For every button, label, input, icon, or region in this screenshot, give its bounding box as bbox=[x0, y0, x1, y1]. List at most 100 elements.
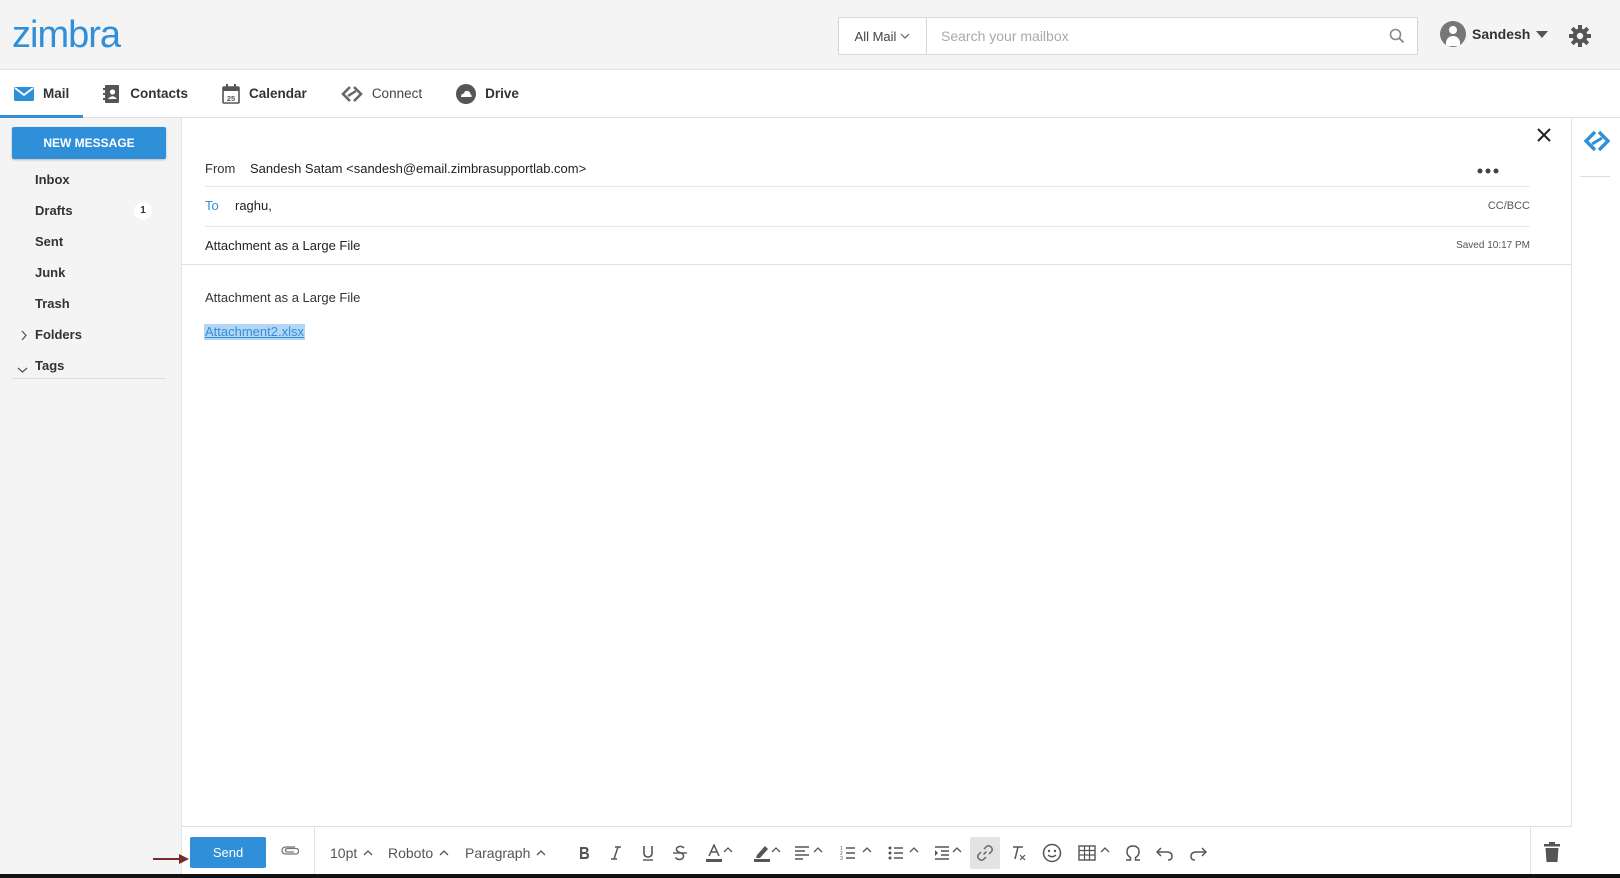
compose-pane: From Sandesh Satam <sandesh@email.zimbra… bbox=[153, 118, 1572, 878]
mail-icon bbox=[14, 86, 34, 101]
paragraph-format-value: Paragraph bbox=[465, 845, 531, 861]
divider bbox=[12, 378, 166, 379]
right-rail bbox=[1572, 118, 1620, 878]
divider bbox=[314, 827, 315, 878]
tab-drive[interactable]: Drive bbox=[442, 70, 533, 118]
search-icon[interactable] bbox=[1377, 28, 1417, 44]
cc-bcc-toggle[interactable]: CC/BCC bbox=[1488, 200, 1530, 212]
chevron-right-icon[interactable] bbox=[20, 329, 28, 344]
sidebar-item-junk[interactable]: Junk bbox=[0, 257, 182, 288]
top-header: zimbra All Mail Sandesh bbox=[0, 0, 1620, 70]
search-scope-dropdown[interactable]: All Mail bbox=[839, 18, 927, 54]
font-size-value: 10pt bbox=[330, 845, 358, 861]
indent-icon[interactable] bbox=[927, 837, 957, 869]
undo-icon[interactable] bbox=[1150, 837, 1180, 869]
sidebar: NEW MESSAGE Inbox Drafts 1 Sent Junk Tras… bbox=[0, 118, 182, 878]
paragraph-format-dropdown[interactable]: Paragraph bbox=[465, 827, 546, 878]
tab-mail[interactable]: Mail bbox=[0, 70, 84, 118]
chevron-up-icon[interactable] bbox=[771, 847, 781, 853]
sidebar-item-drafts[interactable]: Drafts 1 bbox=[0, 195, 182, 226]
attachment-link[interactable]: Attachment2.xlsx bbox=[204, 324, 305, 340]
chevron-up-icon bbox=[439, 850, 449, 856]
sidebar-item-folders[interactable]: Folders bbox=[0, 319, 182, 350]
chevron-down-icon[interactable] bbox=[17, 362, 28, 377]
tab-connect[interactable]: Connect bbox=[327, 70, 436, 118]
more-options-icon[interactable] bbox=[1477, 161, 1499, 179]
drive-icon bbox=[456, 83, 477, 104]
italic-icon[interactable] bbox=[601, 837, 631, 869]
subject-field[interactable]: Attachment as a Large File bbox=[205, 238, 360, 253]
send-button[interactable]: Send bbox=[190, 837, 266, 868]
annotation-arrow-icon bbox=[153, 851, 189, 869]
font-family-dropdown[interactable]: Roboto bbox=[388, 827, 449, 878]
clear-formatting-icon[interactable] bbox=[1003, 837, 1033, 869]
chevron-up-icon[interactable] bbox=[813, 847, 823, 853]
emoji-icon[interactable] bbox=[1037, 837, 1067, 869]
sidebar-item-label: Trash bbox=[35, 296, 70, 311]
saved-status: Saved 10:17 PM bbox=[1456, 240, 1530, 251]
sidebar-item-sent[interactable]: Sent bbox=[0, 226, 182, 257]
unread-count-badge: 1 bbox=[134, 201, 152, 220]
sidebar-item-trash[interactable]: Trash bbox=[0, 288, 182, 319]
chevron-up-icon bbox=[536, 850, 546, 856]
chevron-up-icon[interactable] bbox=[909, 847, 919, 853]
message-body-text[interactable]: Attachment as a Large File bbox=[205, 290, 360, 305]
link-icon[interactable] bbox=[970, 837, 1000, 869]
chevron-up-icon[interactable] bbox=[862, 847, 872, 853]
from-value[interactable]: Sandesh Satam <sandesh@email.zimbrasuppo… bbox=[250, 161, 586, 176]
tab-connect-label: Connect bbox=[371, 86, 423, 101]
align-icon[interactable] bbox=[787, 837, 817, 869]
numbered-list-icon[interactable]: 123 bbox=[833, 837, 863, 869]
sidebar-item-tags[interactable]: Tags bbox=[0, 350, 182, 381]
sidebar-item-label: Junk bbox=[35, 265, 66, 280]
close-icon[interactable] bbox=[1537, 128, 1551, 147]
tab-contacts-label: Contacts bbox=[130, 86, 189, 101]
folder-list: Inbox Drafts 1 Sent Junk Trash Folders Ta… bbox=[0, 164, 182, 381]
to-row: To raghu, CC/BCC bbox=[205, 186, 1530, 224]
bullet-list-icon[interactable] bbox=[881, 837, 911, 869]
sidebar-item-label: Tags bbox=[35, 358, 65, 373]
caret-down-icon bbox=[1536, 30, 1549, 38]
calendar-icon: 25 bbox=[222, 83, 240, 104]
zimbra-logo[interactable]: zimbra bbox=[12, 14, 121, 57]
highlight-color-icon[interactable] bbox=[747, 837, 777, 869]
trash-icon[interactable] bbox=[1544, 842, 1560, 867]
to-label[interactable]: To bbox=[205, 198, 235, 213]
sidebar-item-label: Folders bbox=[35, 327, 82, 342]
svg-text:3: 3 bbox=[840, 856, 843, 861]
tab-calendar[interactable]: 25 Calendar bbox=[208, 70, 321, 118]
font-size-dropdown[interactable]: 10pt bbox=[330, 827, 373, 878]
divider bbox=[1580, 176, 1610, 177]
text-color-icon[interactable] bbox=[699, 837, 729, 869]
chevron-up-icon bbox=[363, 850, 373, 856]
tab-drive-label: Drive bbox=[485, 86, 519, 101]
bold-icon[interactable] bbox=[569, 837, 599, 869]
gear-icon[interactable] bbox=[1568, 24, 1592, 53]
contacts-icon bbox=[103, 84, 120, 103]
to-field[interactable]: raghu, bbox=[235, 198, 272, 213]
tab-calendar-label: Calendar bbox=[249, 86, 307, 101]
attachment-icon[interactable] bbox=[280, 843, 300, 862]
connect-icon[interactable] bbox=[1583, 130, 1611, 157]
redo-icon[interactable] bbox=[1183, 837, 1213, 869]
new-message-button[interactable]: NEW MESSAGE bbox=[12, 127, 166, 159]
chevron-up-icon[interactable] bbox=[952, 847, 962, 853]
underline-icon[interactable] bbox=[633, 837, 663, 869]
window-bottom-edge bbox=[0, 874, 1620, 878]
sidebar-item-label: Inbox bbox=[35, 172, 70, 187]
strikethrough-icon[interactable] bbox=[665, 837, 695, 869]
special-character-icon[interactable] bbox=[1118, 837, 1148, 869]
chevron-up-icon[interactable] bbox=[1100, 847, 1110, 853]
calendar-day: 25 bbox=[227, 94, 235, 103]
sidebar-item-inbox[interactable]: Inbox bbox=[0, 164, 182, 195]
sidebar-item-label: Drafts bbox=[35, 203, 73, 218]
chevron-up-icon[interactable] bbox=[723, 847, 733, 853]
connect-icon bbox=[340, 85, 363, 102]
from-label: From bbox=[205, 160, 236, 176]
table-icon[interactable] bbox=[1072, 837, 1102, 869]
search-bar: All Mail bbox=[838, 17, 1418, 55]
search-input[interactable] bbox=[927, 28, 1377, 44]
font-family-value: Roboto bbox=[388, 845, 434, 861]
tab-contacts[interactable]: Contacts bbox=[89, 70, 202, 118]
user-menu[interactable]: Sandesh bbox=[1440, 20, 1549, 48]
